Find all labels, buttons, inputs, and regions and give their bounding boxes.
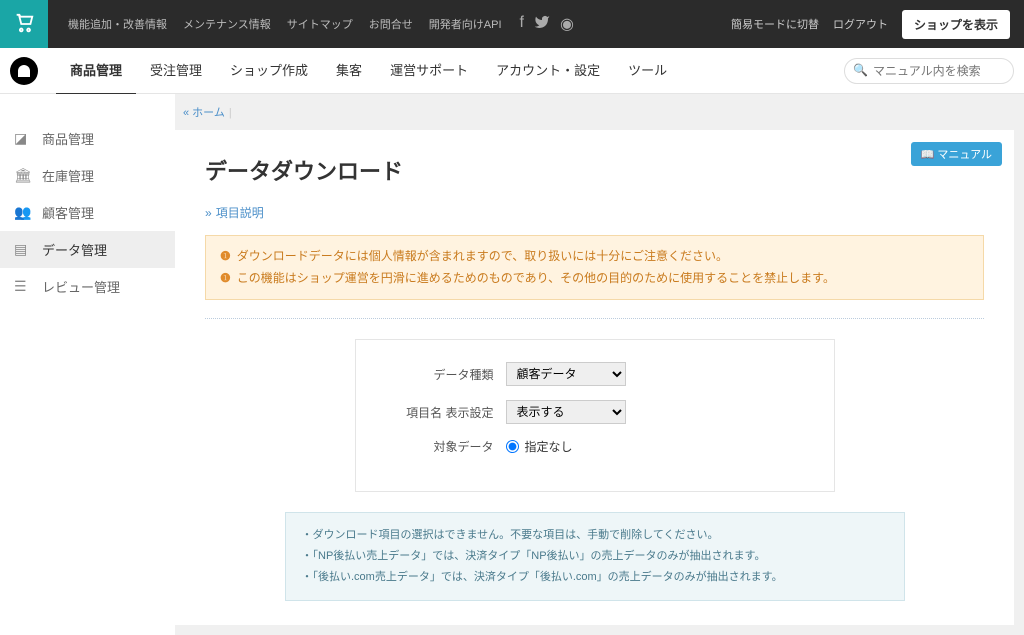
sidebar-item-data[interactable]: ▤データ管理 — [0, 231, 175, 268]
nav-item[interactable]: アカウント・設定 — [482, 46, 614, 96]
cart-icon — [13, 13, 35, 35]
top-links: 機能追加・改善情報 メンテナンス情報 サイトマップ お問合せ 開発者向けAPI — [48, 16, 502, 32]
display-setting-select[interactable]: 表示する — [506, 400, 626, 424]
warning-icon: ❶ — [220, 268, 231, 290]
file-icon: ▤ — [14, 241, 32, 258]
sidebar-item-customers[interactable]: 👥顧客管理 — [0, 194, 175, 231]
facebook-icon[interactable]: f — [520, 14, 524, 35]
logout-link[interactable]: ログアウト — [833, 16, 888, 32]
sidebar: ◪商品管理 🏛在庫管理 👥顧客管理 ▤データ管理 ☰レビュー管理 — [0, 94, 175, 635]
nav-item[interactable]: 受注管理 — [136, 46, 216, 96]
data-type-label: データ種類 — [376, 366, 506, 383]
info-line: 「後払い.com売上データ」では、決済タイプ「後払い.com」の売上データのみが… — [302, 567, 888, 588]
field-description-link[interactable]: 項目説明 — [216, 206, 264, 220]
sidebar-item-inventory[interactable]: 🏛在庫管理 — [0, 157, 175, 194]
sidebar-item-reviews[interactable]: ☰レビュー管理 — [0, 268, 175, 305]
nav-item[interactable]: 運営サポート — [376, 46, 482, 96]
users-icon: 👥 — [14, 204, 32, 221]
data-type-select[interactable]: 顧客データ — [506, 362, 626, 386]
sidebar-item-products[interactable]: ◪商品管理 — [0, 120, 175, 157]
info-box: ダウンロード項目の選択はできません。不要な項目は、手動で削除してください。 「N… — [285, 512, 905, 601]
topbar: 機能追加・改善情報 メンテナンス情報 サイトマップ お問合せ 開発者向けAPI … — [0, 0, 1024, 48]
breadcrumb: « ホーム| — [175, 94, 1024, 130]
nav-item[interactable]: ツール — [614, 46, 681, 96]
top-link[interactable]: 開発者向けAPI — [429, 16, 502, 32]
nav-item[interactable]: 集客 — [322, 46, 376, 96]
topbar-right: 簡易モードに切替 ログアウト ショップを表示 — [731, 10, 1024, 39]
twitter-icon[interactable] — [534, 14, 550, 35]
nav-logo-icon[interactable] — [10, 57, 38, 85]
download-form: データ種類 顧客データ 項目名 表示設定 表示する 対象データ 指定なし — [355, 339, 835, 492]
top-link[interactable]: お問合せ — [369, 16, 413, 32]
search-input[interactable] — [844, 58, 1014, 84]
simple-mode-link[interactable]: 簡易モードに切替 — [731, 16, 819, 32]
top-link[interactable]: 機能追加・改善情報 — [68, 16, 167, 32]
navbar: 商品管理 受注管理 ショップ作成 集客 運営サポート アカウント・設定 ツール … — [0, 48, 1024, 94]
main-content: « ホーム| 📖 マニュアル データダウンロード » 項目説明 ❶ダウンロードデー… — [175, 94, 1024, 635]
building-icon: 🏛 — [14, 167, 32, 184]
info-line: ダウンロード項目の選択はできません。不要な項目は、手動で削除してください。 — [302, 525, 888, 546]
camera-icon[interactable]: ◉ — [560, 14, 574, 35]
divider — [205, 318, 984, 319]
target-none-radio[interactable] — [506, 440, 519, 453]
doc-icon: ☰ — [14, 278, 32, 295]
warning-alert: ❶ダウンロードデータには個人情報が含まれますので、取り扱いには十分にご注意くださ… — [205, 235, 984, 300]
cart-logo[interactable] — [0, 0, 48, 48]
view-shop-button[interactable]: ショップを表示 — [902, 10, 1010, 39]
manual-button[interactable]: 📖 マニュアル — [911, 142, 1002, 166]
nav-item[interactable]: ショップ作成 — [216, 46, 322, 96]
social-icons: f ◉ — [502, 14, 574, 35]
display-setting-label: 項目名 表示設定 — [376, 404, 506, 421]
breadcrumb-home[interactable]: « ホーム — [183, 107, 225, 119]
search-icon: 🔍 — [853, 63, 868, 77]
warning-icon: ❶ — [220, 246, 231, 268]
nav-links: 商品管理 受注管理 ショップ作成 集客 運営サポート アカウント・設定 ツール — [56, 46, 681, 96]
page-title: データダウンロード — [205, 154, 984, 186]
top-link[interactable]: メンテナンス情報 — [183, 16, 271, 32]
content-panel: 📖 マニュアル データダウンロード » 項目説明 ❶ダウンロードデータには個人情報… — [175, 130, 1014, 625]
top-link[interactable]: サイトマップ — [287, 16, 353, 32]
cube-icon: ◪ — [14, 130, 32, 147]
chevron-icon: » — [205, 206, 212, 220]
nav-item[interactable]: 商品管理 — [56, 46, 136, 96]
target-data-label: 対象データ — [376, 438, 506, 455]
info-line: 「NP後払い売上データ」では、決済タイプ「NP後払い」の売上データのみが抽出され… — [302, 546, 888, 567]
search-box: 🔍 — [844, 58, 1014, 84]
